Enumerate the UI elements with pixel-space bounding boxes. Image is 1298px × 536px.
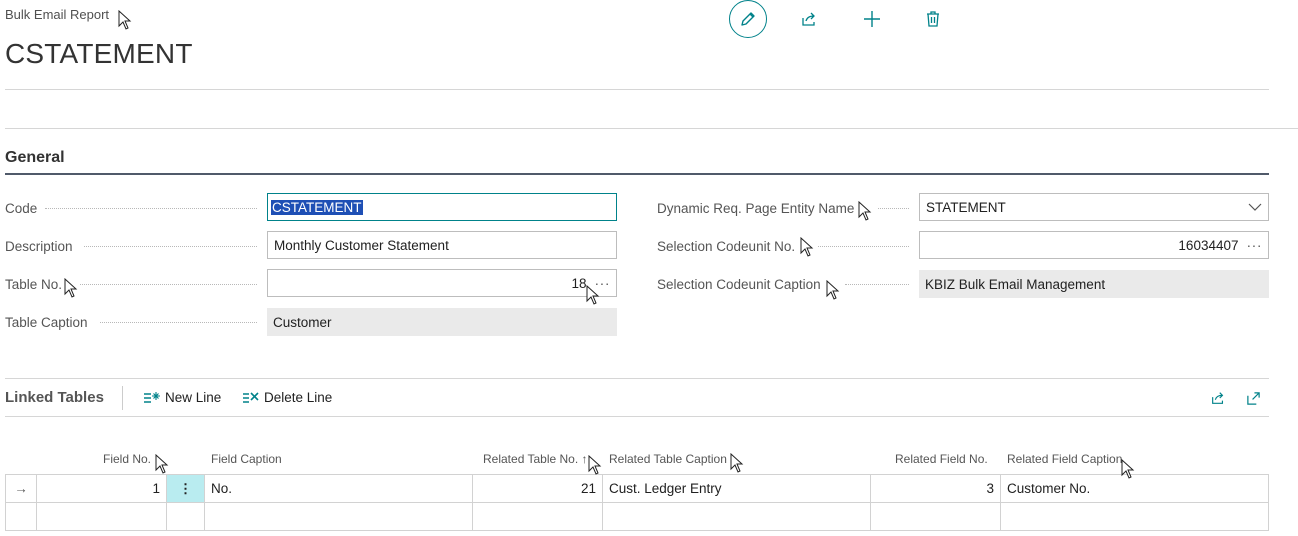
share-icon	[802, 12, 815, 26]
trash-icon	[927, 11, 939, 27]
plus-icon	[864, 11, 880, 27]
description-label: Description	[5, 238, 73, 254]
mouse-cursor-icon	[800, 237, 814, 257]
linked-tables-title[interactable]: Linked Tables	[5, 389, 104, 406]
code-value: CSTATEMENT	[271, 199, 363, 215]
cell-related-field-no[interactable]: 3	[871, 475, 1001, 503]
col-header-related-field-caption[interactable]: Related Field Caption	[1007, 452, 1122, 466]
mouse-cursor-icon	[586, 285, 600, 305]
mouse-cursor-icon	[730, 453, 744, 473]
delete-line-icon	[243, 391, 259, 403]
new-line-label: New Line	[165, 390, 222, 405]
delete-line-button[interactable]: Delete Line	[242, 390, 332, 405]
linked-tables-top-divider	[5, 378, 1269, 379]
new-line-icon	[144, 391, 160, 403]
linked-tables-grid: → 1 ⋮ No. 21 Cust. Ledger Entry 3 Custom…	[5, 474, 1269, 531]
empty-cell[interactable]	[37, 503, 167, 531]
row-menu-button[interactable]: ⋮	[167, 475, 205, 503]
col-header-related-table-caption[interactable]: Related Table Caption	[609, 452, 727, 466]
empty-cell[interactable]	[473, 503, 603, 531]
table-no-dots	[80, 270, 257, 298]
table-no-label: Table No.	[5, 276, 63, 292]
selection-codeunit-no-value: 16034407	[1178, 237, 1239, 253]
expand-button[interactable]	[1234, 379, 1272, 417]
delete-button[interactable]	[914, 0, 952, 38]
code-dots	[45, 194, 257, 222]
section-title-general[interactable]: General	[5, 149, 65, 167]
code-input[interactable]: CSTATEMENT	[267, 193, 617, 221]
description-dots	[84, 232, 257, 260]
selection-codeunit-caption-label: Selection Codeunit Caption	[657, 276, 821, 292]
empty-cell[interactable]	[871, 503, 1001, 531]
cell-related-table-caption[interactable]: Cust. Ledger Entry	[603, 475, 871, 503]
dynamic-req-select[interactable]: STATEMENT	[919, 193, 1269, 221]
new-line-button[interactable]: New Line	[143, 390, 221, 405]
dynamic-req-dots	[878, 194, 909, 222]
mouse-cursor-icon	[155, 454, 169, 474]
table-caption-dots	[100, 308, 257, 336]
table-no-value: 18	[571, 275, 587, 291]
delete-line-label: Delete Line	[264, 390, 333, 405]
mouse-cursor-icon	[588, 455, 602, 475]
cell-related-field-caption[interactable]: Customer No.	[1001, 475, 1269, 503]
col-header-field-no[interactable]: Field No.	[103, 452, 151, 466]
selection-codeunit-lookup-icon[interactable]: ···	[1247, 237, 1263, 253]
mouse-cursor-icon	[826, 280, 840, 300]
row-marker[interactable]: →	[6, 475, 37, 503]
share-icon	[1212, 392, 1224, 404]
dynamic-req-value: STATEMENT	[926, 199, 1006, 215]
expand-icon	[1246, 391, 1260, 405]
selection-codeunit-no-label: Selection Codeunit No.	[657, 238, 796, 254]
selection-codeunit-no-dots	[818, 232, 909, 260]
linked-tables-toolbar-divider	[5, 416, 1269, 417]
selection-codeunit-caption-dots	[845, 270, 909, 298]
selection-codeunit-no-input[interactable]: 16034407 ···	[919, 231, 1269, 259]
mouse-cursor-icon	[1121, 459, 1135, 479]
new-button[interactable]	[853, 0, 891, 38]
share-lines-button[interactable]	[1199, 379, 1237, 417]
mouse-cursor-icon	[64, 278, 78, 298]
table-caption-value: Customer	[267, 308, 617, 336]
toolbar-separator	[122, 386, 123, 410]
chevron-down-icon	[1248, 203, 1262, 211]
col-header-related-field-no[interactable]: Related Field No.	[895, 452, 988, 466]
mouse-cursor-icon	[858, 201, 872, 221]
mouse-cursor-icon	[118, 10, 132, 30]
col-header-field-caption[interactable]: Field Caption	[211, 452, 282, 466]
section-divider	[5, 128, 1298, 129]
empty-row-marker[interactable]	[6, 503, 37, 531]
header-divider	[5, 89, 1269, 90]
table-no-input[interactable]: 18 ···	[267, 269, 617, 297]
code-label: Code	[5, 200, 38, 216]
page-title: CSTATEMENT	[5, 38, 193, 69]
cell-field-no[interactable]: 1	[37, 475, 167, 503]
selection-codeunit-caption-value: KBIZ Bulk Email Management	[919, 270, 1269, 298]
empty-cell[interactable]	[205, 503, 473, 531]
breadcrumb[interactable]: Bulk Email Report	[5, 7, 109, 22]
empty-cell[interactable]	[603, 503, 871, 531]
empty-cell[interactable]	[1001, 503, 1269, 531]
table-caption-label: Table Caption	[5, 314, 88, 330]
pencil-icon	[741, 12, 755, 26]
empty-cell[interactable]	[167, 503, 205, 531]
edit-button[interactable]	[729, 0, 767, 38]
cell-related-table-no[interactable]: 21	[473, 475, 603, 503]
description-input[interactable]: Monthly Customer Statement	[267, 231, 617, 259]
share-button[interactable]	[790, 0, 828, 38]
dynamic-req-label: Dynamic Req. Page Entity Name	[657, 200, 855, 216]
col-header-related-table-no[interactable]: Related Table No. ↑	[483, 452, 588, 466]
section-underline	[5, 173, 1269, 175]
cell-field-caption[interactable]: No.	[205, 475, 473, 503]
